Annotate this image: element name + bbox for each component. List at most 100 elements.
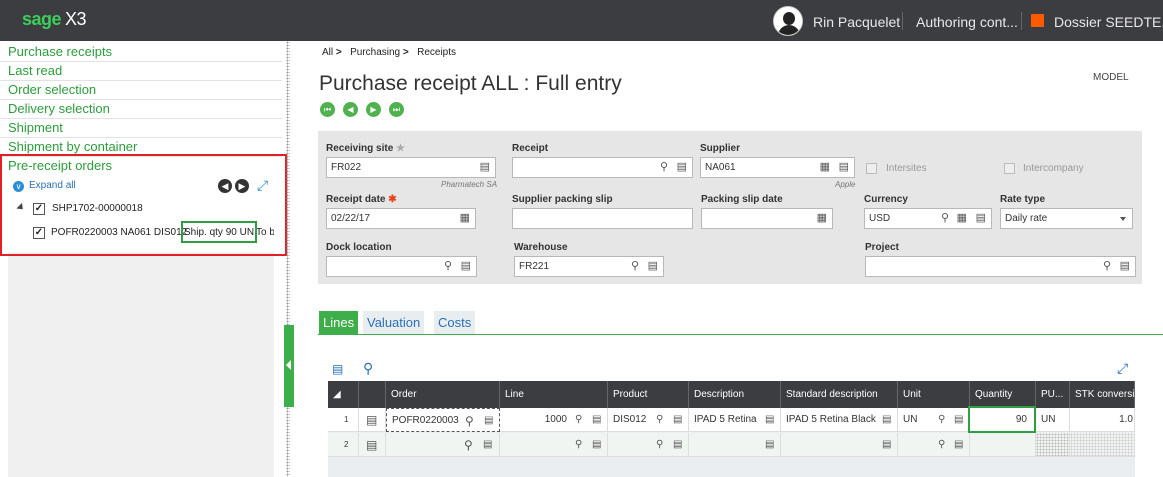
search-icon: ⚲ — [465, 414, 474, 428]
divider — [0, 137, 282, 138]
receipt-field[interactable]: ⚲ ▤ — [512, 157, 693, 178]
currency-field[interactable]: USD ⚲ ▦ ▤ — [864, 208, 992, 229]
detail-icon: ▤ — [366, 413, 378, 427]
detail-icon: ▤ — [676, 161, 687, 173]
supplier-description: Apple — [835, 180, 856, 189]
intercompany-checkbox[interactable] — [1004, 163, 1015, 174]
quantity-highlight — [968, 406, 1036, 433]
user-avatar[interactable] — [773, 6, 803, 36]
detail-icon: ▤ — [673, 439, 683, 450]
row-detail-button[interactable]: ▤ — [359, 433, 386, 457]
receipt-date-field[interactable]: 02/22/17 ▦ — [326, 208, 476, 229]
grid-header-pu[interactable]: PU... — [1036, 381, 1070, 408]
detail-icon: ▤ — [954, 414, 964, 425]
receiving-site-field[interactable]: FR022 ▤ — [326, 157, 496, 178]
grid-header-quantity[interactable]: Quantity — [970, 381, 1036, 408]
dock-location-field[interactable]: ⚲ ▤ — [326, 256, 477, 277]
breadcrumb-all[interactable]: All — [322, 47, 333, 58]
authoring-context[interactable]: Authoring cont... — [916, 14, 1018, 30]
description-cell[interactable]: ▤ — [689, 433, 781, 457]
unit-cell[interactable]: UN ⚲ ▤ — [898, 408, 970, 432]
product-cell[interactable]: DIS012 ⚲ ▤ — [608, 408, 689, 432]
tab-valuation[interactable]: Valuation — [363, 311, 425, 334]
grid-header-description[interactable]: Description — [689, 381, 781, 408]
panel-resize-handle[interactable] — [286, 41, 290, 477]
breadcrumb-purchasing[interactable]: Purchasing — [350, 47, 400, 58]
sidebar-link-shipment-by-container[interactable]: Shipment by container — [8, 139, 137, 154]
last-record-icon[interactable]: ⏭ — [389, 102, 404, 117]
standard-description-cell[interactable]: ▤ — [781, 433, 898, 457]
search-icon: ⚲ — [940, 212, 949, 224]
tab-lines[interactable]: Lines — [319, 311, 359, 334]
previous-record-icon[interactable]: ◀ — [343, 102, 358, 117]
currency-label: Currency — [864, 194, 908, 205]
intersites-checkbox[interactable] — [866, 163, 877, 174]
detail-icon: ▤ — [479, 161, 490, 173]
sidebar-link-purchase-receipts[interactable]: Purchase receipts — [8, 44, 112, 59]
lookup-icon: ▦ — [956, 212, 967, 224]
breadcrumb: All > Purchasing > Receipts — [322, 47, 456, 58]
detail-icon: ▤ — [673, 414, 683, 425]
detail-icon: ▤ — [1119, 260, 1130, 272]
stk-conversion-cell[interactable]: 1.0 — [1070, 408, 1135, 432]
standard-description-cell[interactable]: IPAD 5 Retina Black ▤ — [781, 408, 898, 432]
divider — [0, 118, 282, 119]
pu-cell[interactable]: UN — [1036, 408, 1070, 432]
first-record-icon[interactable]: ⏮ — [320, 102, 335, 117]
topbar-separator — [1021, 12, 1022, 30]
packing-slip-date-field[interactable]: ▦ — [701, 208, 833, 229]
dock-location-label: Dock location — [326, 242, 392, 253]
sidebar-link-delivery-selection[interactable]: Delivery selection — [8, 101, 110, 116]
search-icon: ⚲ — [575, 414, 583, 425]
tab-costs[interactable]: Costs — [434, 311, 476, 334]
page-title: Purchase receipt ALL : Full entry — [319, 72, 622, 95]
warehouse-field[interactable]: FR221 ⚲ ▤ — [514, 256, 664, 277]
sidebar-link-shipment[interactable]: Shipment — [8, 120, 63, 135]
dossier-selector[interactable]: Dossier SEEDTE... — [1054, 14, 1163, 30]
search-icon: ⚲ — [938, 414, 946, 425]
warehouse-label: Warehouse — [514, 242, 568, 253]
description-cell[interactable]: IPAD 5 Retina ▤ — [689, 408, 781, 432]
product-cell[interactable]: ⚲ ▤ — [608, 433, 689, 457]
grid-search-icon[interactable]: ⚲ — [363, 360, 373, 377]
grid-maximize-icon[interactable]: ⤢ — [1117, 360, 1128, 377]
pu-cell[interactable] — [1036, 433, 1070, 457]
order-cell[interactable]: POFR0220003 ⚲ ▤ — [386, 408, 500, 432]
receiving-site-description: Pharmatech SA — [441, 180, 498, 189]
grid-header-order[interactable]: Order — [386, 381, 500, 408]
detail-icon: ▤ — [882, 414, 892, 425]
stk-conversion-cell[interactable] — [1070, 433, 1135, 457]
detail-icon: ▤ — [592, 414, 602, 425]
search-icon: ⚲ — [656, 414, 664, 425]
grid-header-line[interactable]: Line — [500, 381, 608, 408]
breadcrumb-receipts[interactable]: Receipts — [417, 47, 456, 58]
supplier-field[interactable]: NA061 ▦ ▤ — [700, 157, 855, 178]
grid-header-standard-description[interactable]: Standard description — [781, 381, 898, 408]
supplier-packing-slip-field[interactable] — [512, 208, 693, 229]
detail-icon: ▤ — [483, 439, 493, 450]
grid-header-product[interactable]: Product — [608, 381, 689, 408]
search-icon: ⚲ — [938, 439, 946, 450]
model-label: MODEL — [1093, 72, 1129, 83]
sage-x3-logo[interactable]: sage X3 — [22, 9, 87, 30]
sidebar-link-last-read[interactable]: Last read — [8, 63, 62, 78]
next-record-icon[interactable]: ▶ — [366, 102, 381, 117]
rate-type-select[interactable]: Daily rate — [1000, 208, 1133, 229]
project-field[interactable]: ⚲ ▤ — [865, 256, 1136, 277]
unit-cell[interactable]: ⚲ ▤ — [898, 433, 970, 457]
grid-header-stk-conversion[interactable]: STK conversio — [1070, 381, 1135, 408]
order-cell[interactable]: ⚲ ▤ — [386, 433, 500, 457]
grid-header-unit[interactable]: Unit — [898, 381, 970, 408]
line-cell[interactable]: ⚲ ▤ — [500, 433, 608, 457]
row-detail-button[interactable]: ▤ — [359, 408, 386, 432]
search-icon: ⚲ — [464, 438, 473, 452]
line-cell[interactable]: 1000 ⚲ ▤ — [500, 408, 608, 432]
grid-detail-icon[interactable]: ▤ — [332, 362, 343, 376]
user-name[interactable]: Rin Pacquelet — [813, 14, 900, 30]
dossier-color-icon — [1031, 14, 1044, 27]
collapse-panel-handle[interactable] — [284, 325, 294, 407]
quantity-cell[interactable] — [970, 433, 1036, 457]
grid-header-rownum: ◢ — [328, 381, 359, 408]
topbar-separator — [902, 12, 903, 30]
sidebar-link-order-selection[interactable]: Order selection — [8, 82, 96, 97]
